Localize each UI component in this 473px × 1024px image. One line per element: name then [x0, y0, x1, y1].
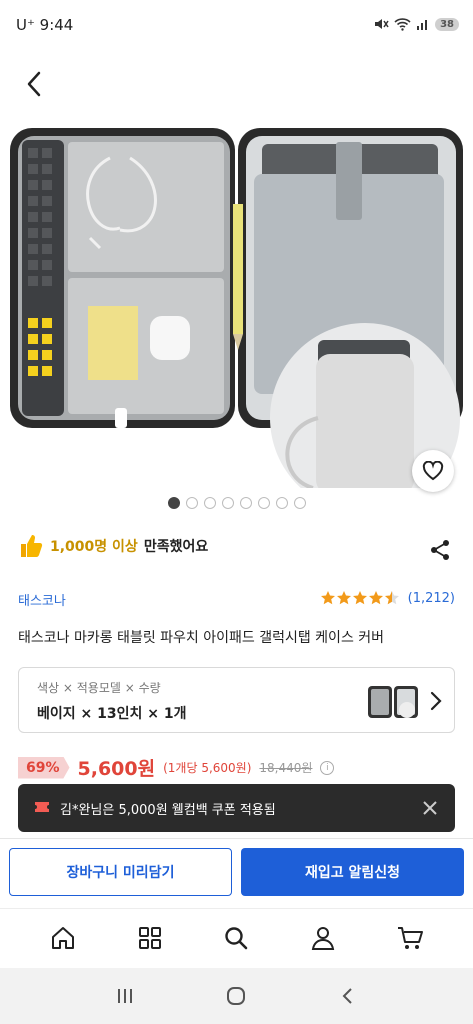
coupon-icon	[35, 802, 49, 812]
status-bar: U⁺ 9:44 38	[0, 0, 473, 52]
discount-badge: 69%	[18, 756, 70, 779]
star-rating-icon	[320, 591, 399, 605]
wishlist-heart-button[interactable]	[412, 450, 454, 492]
gallery-dot[interactable]	[239, 497, 252, 509]
product-image[interactable]	[0, 118, 473, 488]
back-system-icon[interactable]	[338, 986, 358, 1006]
gallery-dot[interactable]	[257, 497, 270, 509]
gallery-dot[interactable]	[203, 497, 216, 509]
satisfaction-banner: 1,000명 이상 만족했어요	[18, 533, 208, 559]
add-to-cart-button[interactable]: 장바구니 미리담기	[9, 848, 232, 896]
original-price: 18,440원	[259, 761, 313, 775]
price-row: 69% 5,600원 (1개당 5,600원) 18,440원 i	[18, 754, 335, 781]
signal-icon	[417, 20, 428, 30]
heart-icon	[422, 461, 444, 481]
search-icon	[225, 927, 248, 950]
option-thumbnail	[368, 686, 418, 718]
restock-notify-button[interactable]: 재입고 알림신청	[241, 848, 464, 896]
nav-home[interactable]	[47, 922, 79, 954]
option-selector[interactable]: 색상 × 적용모델 × 수량 베이지 × 13인치 × 1개	[18, 667, 455, 733]
mute-icon	[375, 19, 389, 29]
gallery-dot[interactable]	[167, 497, 180, 509]
gallery-dot[interactable]	[275, 497, 288, 509]
wifi-icon	[394, 18, 411, 31]
nav-profile[interactable]	[307, 922, 339, 954]
recent-apps-icon[interactable]	[115, 986, 135, 1006]
gallery-dot[interactable]	[221, 497, 234, 509]
back-arrow-icon	[27, 71, 41, 97]
nav-category[interactable]	[134, 922, 166, 954]
thumbs-up-icon	[21, 535, 43, 557]
satisfaction-text: 만족했어요	[143, 539, 209, 555]
rating[interactable]: (1,212)	[320, 590, 455, 606]
home-system-icon[interactable]	[225, 985, 247, 1007]
product-title: 태스코나 마카롱 태블릿 파우치 아이패드 갤럭시탭 케이스 커버	[18, 630, 385, 646]
brand-link[interactable]: 태스코나	[18, 590, 66, 609]
home-icon	[52, 927, 75, 949]
option-values: 베이지 × 13인치 × 1개	[37, 706, 187, 722]
nav-cart[interactable]	[394, 922, 426, 954]
status-carrier-time: U⁺ 9:44	[16, 16, 74, 34]
system-nav-bar	[0, 968, 473, 1024]
option-labels: 색상 × 적용모델 × 수량	[37, 681, 161, 695]
info-icon[interactable]: i	[320, 760, 335, 775]
gallery-dot[interactable]	[293, 497, 306, 509]
rating-count: (1,212)	[407, 590, 455, 606]
satisfaction-count: 1,000명 이상	[50, 539, 138, 555]
nav-search[interactable]	[220, 922, 252, 954]
close-icon[interactable]	[419, 797, 441, 819]
unit-price: (1개당 5,600원)	[163, 761, 252, 775]
bottom-nav	[0, 909, 473, 967]
coupon-toast: 김*완님은 5,000원 웰컴백 쿠폰 적용됨	[18, 784, 455, 832]
cart-icon	[397, 927, 423, 949]
coupon-text: 김*완님은 5,000원 웰컴백 쿠폰 적용됨	[60, 803, 276, 818]
category-grid-icon	[138, 927, 161, 949]
profile-icon	[311, 927, 335, 950]
share-icon	[431, 540, 449, 560]
share-button[interactable]	[426, 536, 454, 564]
back-button[interactable]	[16, 66, 52, 102]
battery-icon: 38	[435, 17, 459, 31]
chevron-right-icon	[430, 691, 442, 711]
sale-price: 5,600원	[77, 758, 156, 780]
gallery-pagination	[0, 497, 473, 509]
divider	[0, 838, 473, 839]
gallery-dot[interactable]	[185, 497, 198, 509]
